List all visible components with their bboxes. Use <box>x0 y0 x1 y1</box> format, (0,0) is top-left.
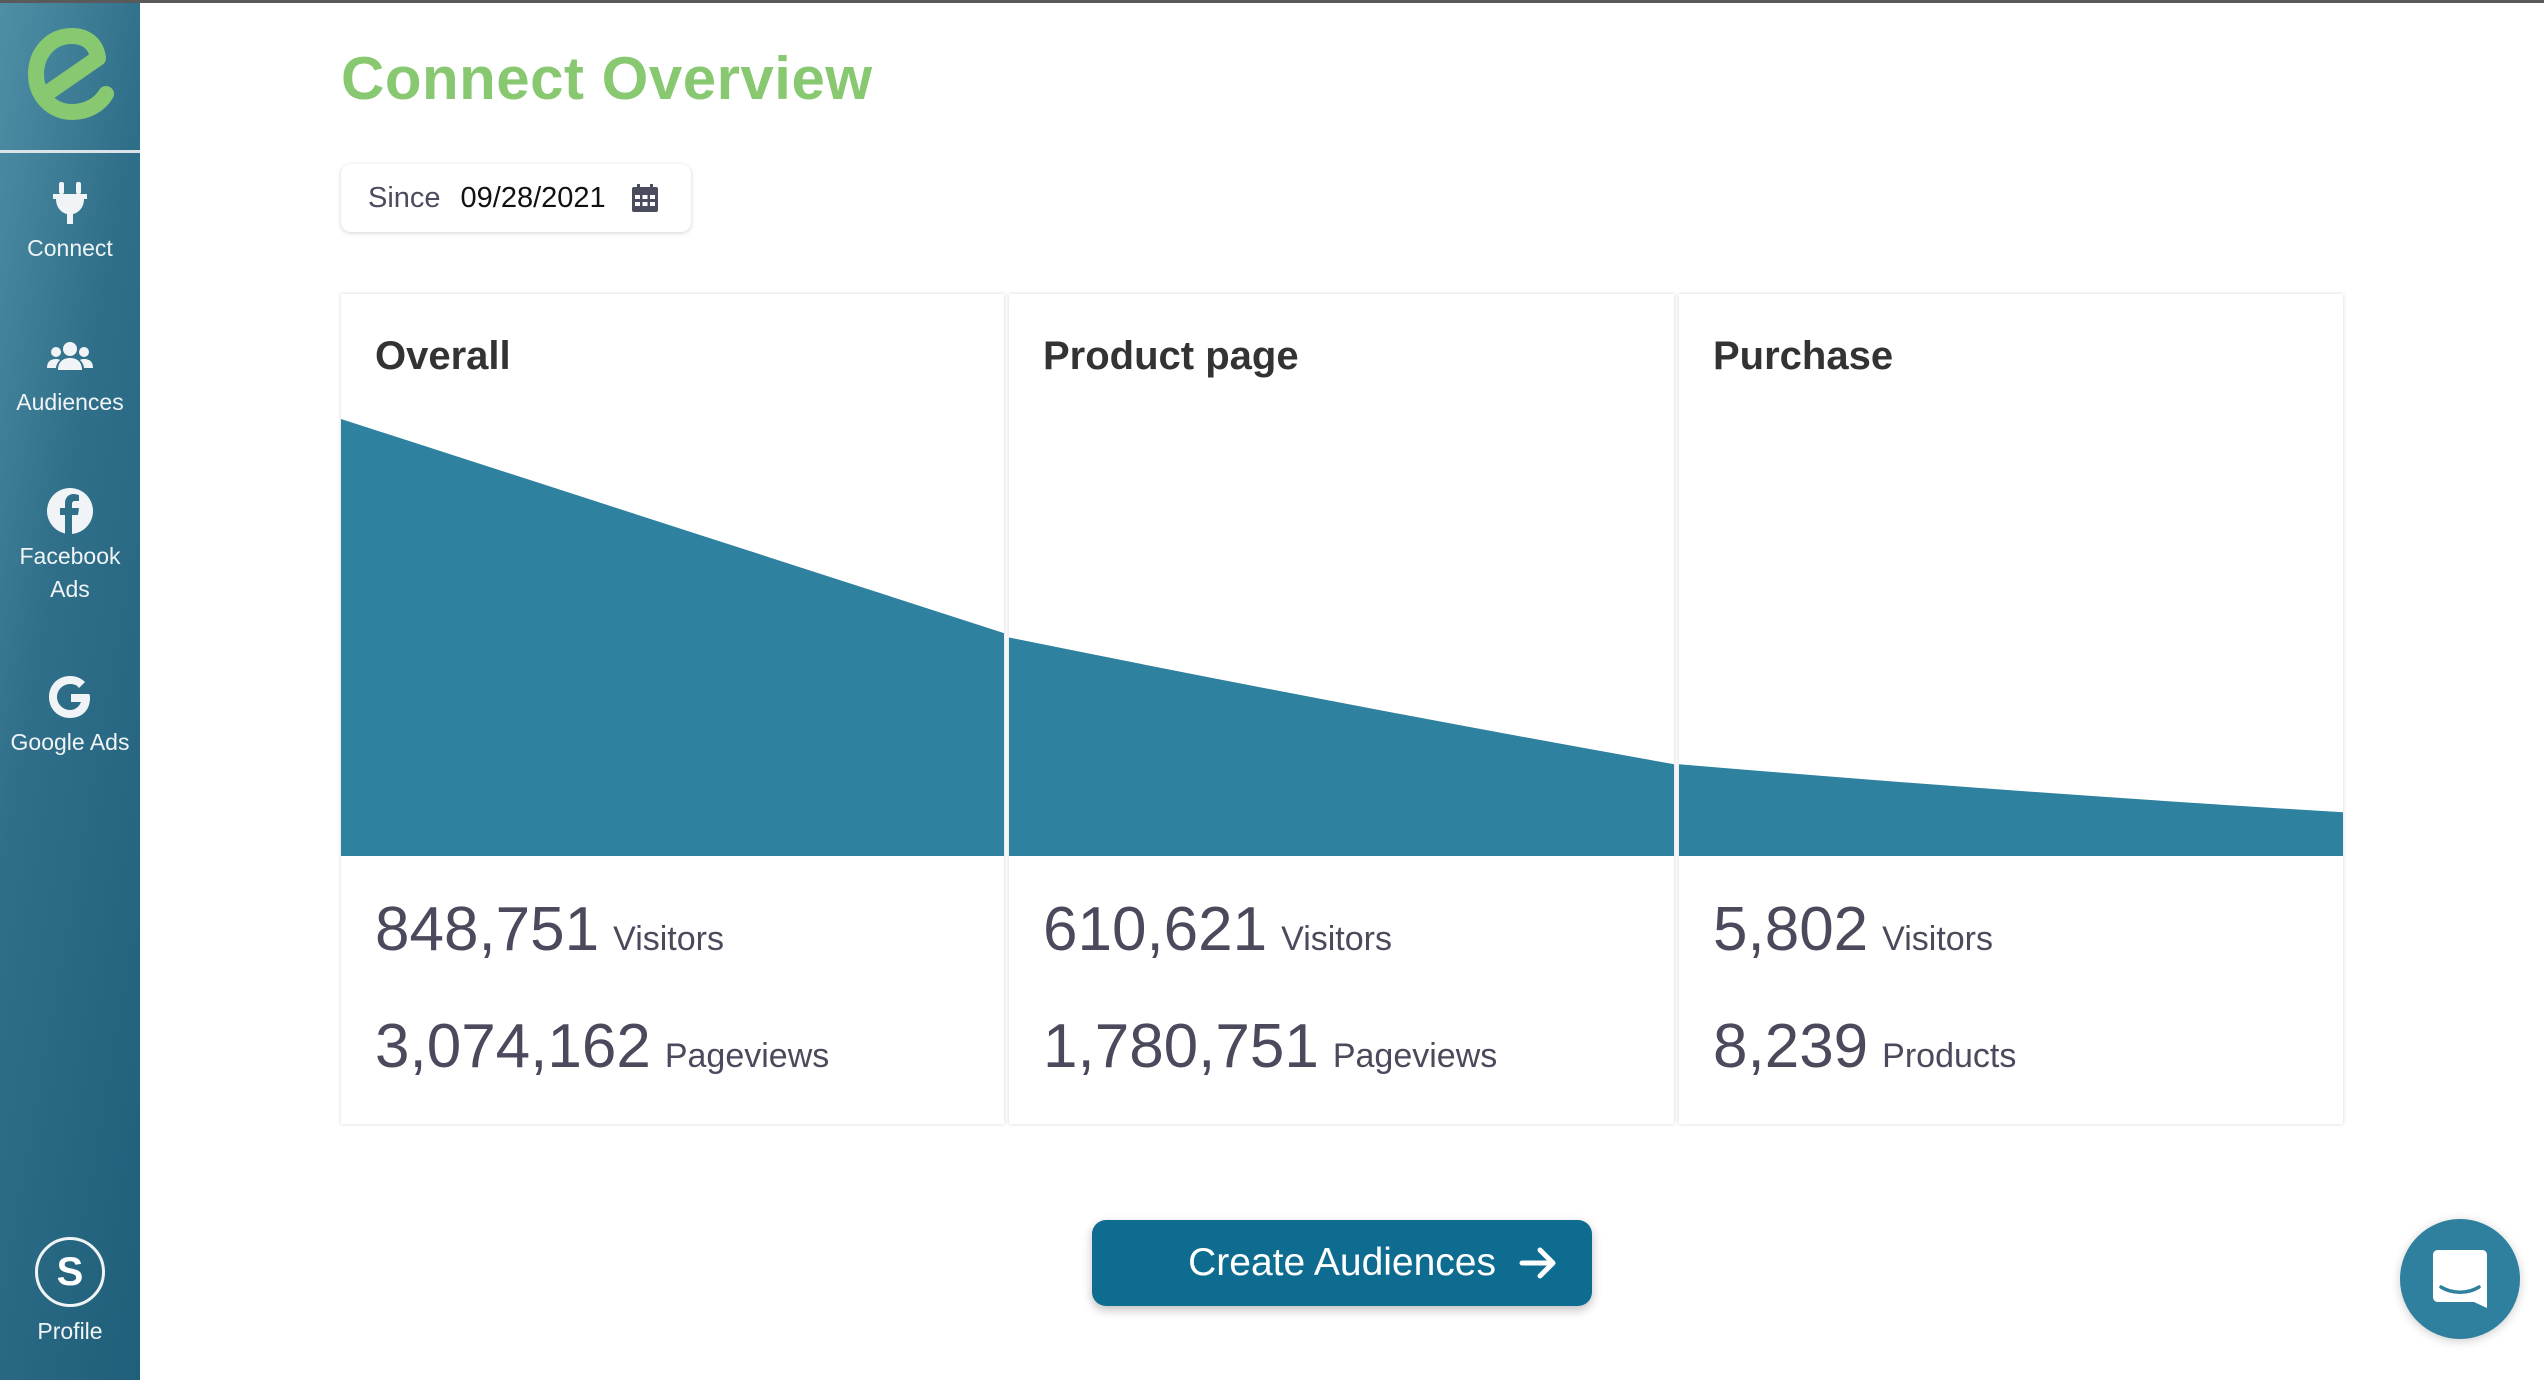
date-filter[interactable]: Since 09/28/2021 <box>341 164 691 232</box>
sidebar-item-label: Profile <box>37 1318 103 1344</box>
stat-label: Pageviews <box>1332 1037 1498 1075</box>
page-title: Connect Overview <box>341 45 873 112</box>
sidebar-item-label: Facebook Ads <box>19 543 121 602</box>
stat-value: 3,074,162 <box>375 1012 651 1081</box>
google-icon <box>49 676 90 718</box>
funnel-card-overall: Overall 848,751 Visitors 3,074,162 Pagevie… <box>341 294 1004 1124</box>
stat-products: 8,239 Products <box>1713 1011 2016 1082</box>
stat-pageviews: 1,780,751 Pageviews <box>1043 1011 1497 1082</box>
stat-label: Products <box>1882 1037 2017 1075</box>
users-icon <box>47 342 93 370</box>
sidebar-item-label: Google Ads <box>10 729 130 755</box>
stat-label: Visitors <box>613 920 724 958</box>
sidebar: Connect Audiences Facebook Ads Google Ad… <box>0 0 140 1380</box>
logo-area[interactable] <box>0 0 140 153</box>
stat-visitors: 848,751 Visitors <box>375 894 724 965</box>
stat-value: 848,751 <box>375 895 600 964</box>
chat-launcher-button[interactable] <box>2400 1219 2520 1339</box>
sidebar-item-profile[interactable]: S Profile <box>0 1237 140 1348</box>
stat-value: 610,621 <box>1043 895 1268 964</box>
calendar-icon[interactable] <box>631 184 658 212</box>
stat-value: 5,802 <box>1713 895 1869 964</box>
plug-icon <box>53 182 87 224</box>
funnel-card-product-page: Product page 610,621 Visitors 1,780,751 Pa… <box>1009 294 1674 1124</box>
card-title: Overall <box>375 334 511 378</box>
stat-visitors: 5,802 Visitors <box>1713 894 1993 965</box>
e-logo-icon <box>28 28 114 120</box>
stat-label: Visitors <box>1281 920 1392 958</box>
date-filter-label: Since <box>368 181 441 214</box>
date-filter-value[interactable]: 09/28/2021 <box>461 182 606 215</box>
create-audiences-button[interactable]: Create Audiences <box>1092 1220 1592 1306</box>
chat-icon <box>2433 1250 2487 1308</box>
sidebar-item-label: Connect <box>27 235 113 261</box>
sidebar-item-connect[interactable]: Connect <box>0 178 140 265</box>
stat-label: Visitors <box>1882 920 1994 958</box>
stat-label: Pageviews <box>664 1037 830 1075</box>
stat-pageviews: 3,074,162 Pageviews <box>375 1011 829 1082</box>
sidebar-item-google-ads[interactable]: Google Ads <box>0 672 140 759</box>
avatar-initial: S <box>56 1249 84 1294</box>
sidebar-item-audiences[interactable]: Audiences <box>0 332 140 419</box>
stat-value: 8,239 <box>1713 1012 1869 1081</box>
window-top-border <box>0 0 2544 3</box>
sidebar-item-label: Audiences <box>16 389 124 415</box>
arrow-right-icon <box>1519 1247 1556 1279</box>
create-audiences-label: Create Audiences <box>1188 1241 1496 1284</box>
stat-visitors: 610,621 Visitors <box>1043 894 1392 965</box>
sidebar-item-facebook-ads[interactable]: Facebook Ads <box>10 486 130 606</box>
avatar: S <box>35 1237 105 1307</box>
funnel-card-purchase: Purchase 5,802 Visitors 8,239 Products <box>1679 294 2343 1124</box>
facebook-icon <box>47 488 93 534</box>
stat-value: 1,780,751 <box>1043 1012 1319 1081</box>
card-title: Product page <box>1043 334 1299 378</box>
card-title: Purchase <box>1713 334 1894 378</box>
